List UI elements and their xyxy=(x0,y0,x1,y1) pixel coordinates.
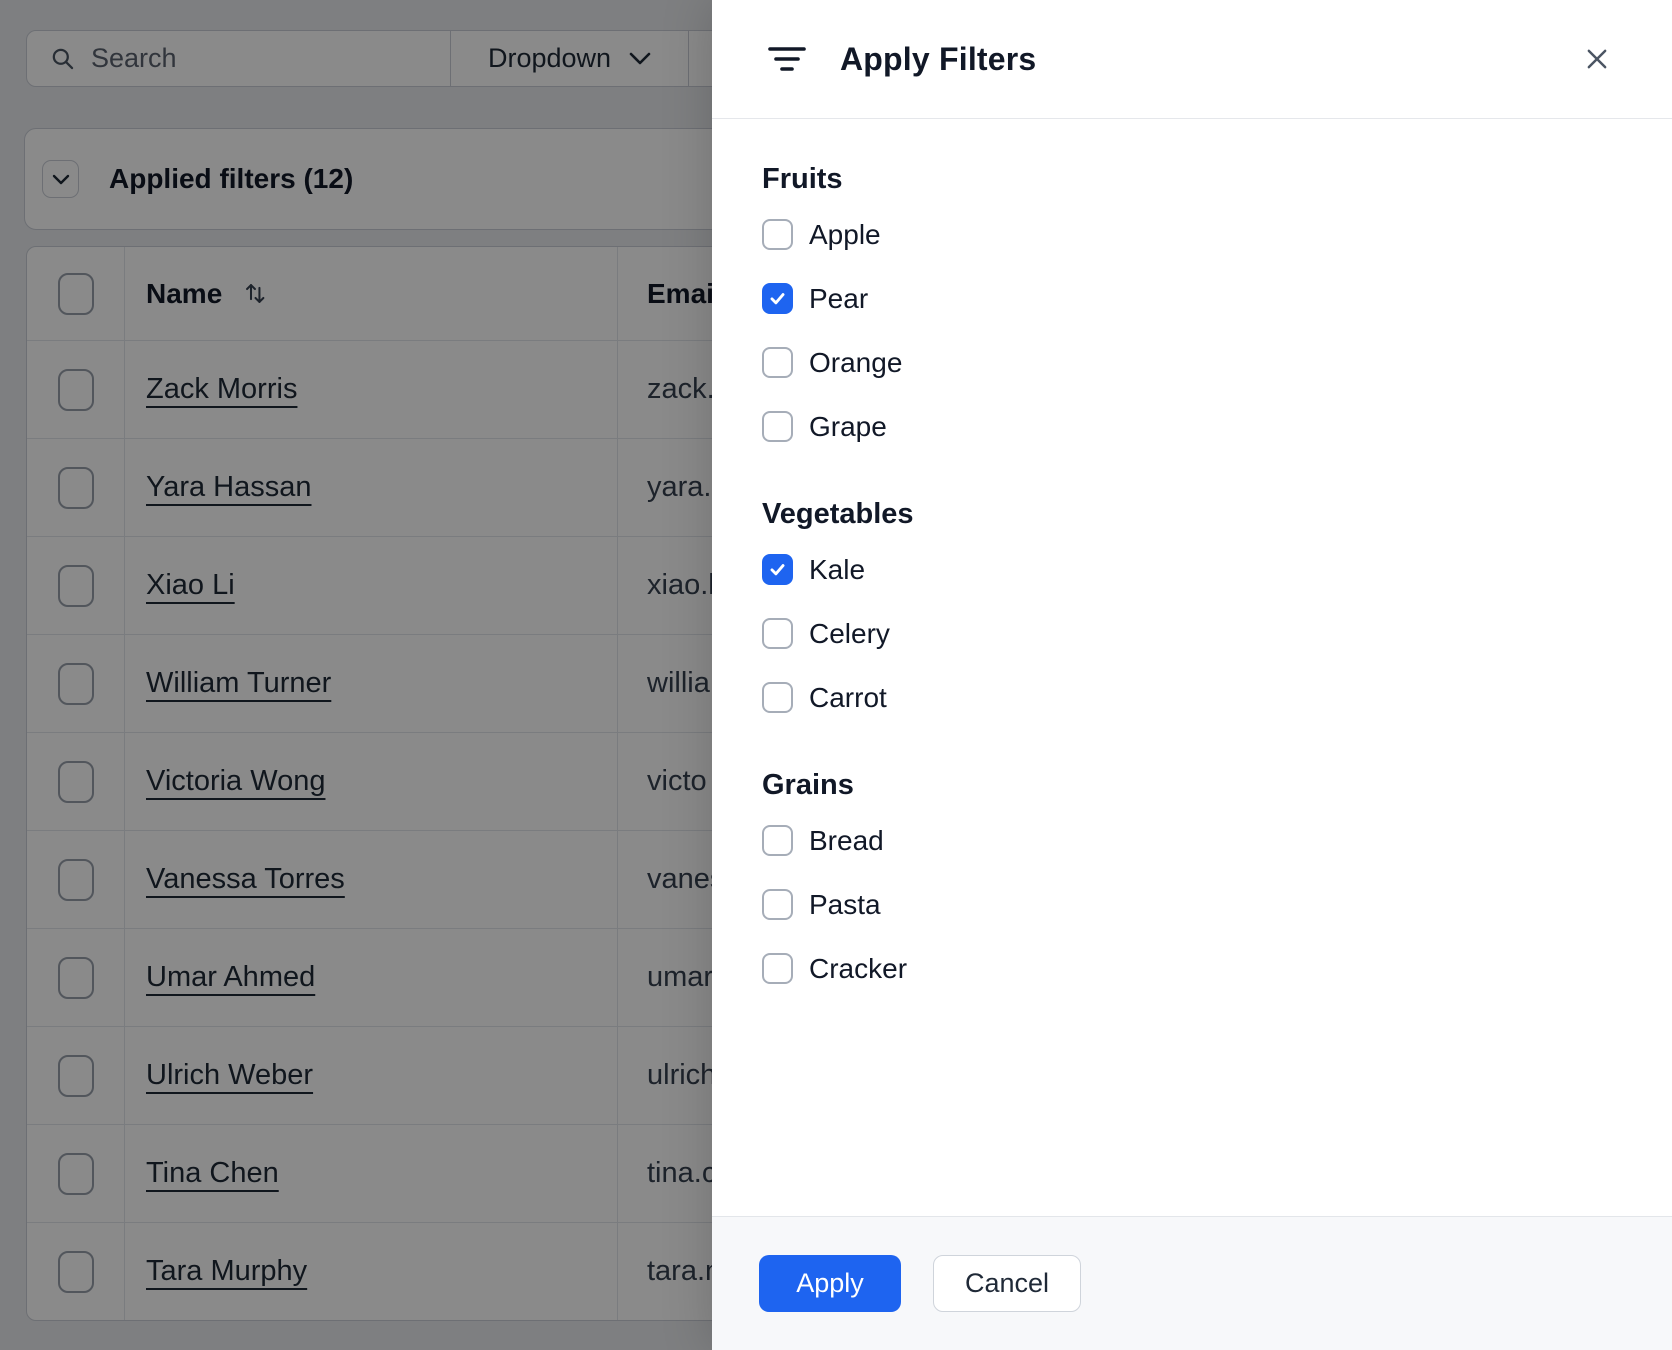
section-heading: Vegetables xyxy=(762,498,914,530)
checkbox[interactable] xyxy=(762,219,793,250)
checkbox[interactable] xyxy=(762,889,793,920)
filter-option[interactable]: Apple xyxy=(762,219,1616,250)
filter-option[interactable]: Bread xyxy=(762,825,1616,856)
filter-option[interactable]: Pear xyxy=(762,283,1616,314)
close-icon xyxy=(1583,45,1611,73)
panel-title: Apply Filters xyxy=(840,40,1037,77)
checkbox[interactable] xyxy=(762,411,793,442)
option-label: Orange xyxy=(809,346,903,378)
check-icon xyxy=(770,293,785,305)
filter-section-grains: Grains Bread Pasta Cracker xyxy=(762,767,1616,984)
option-label: Apple xyxy=(809,218,881,250)
close-button[interactable] xyxy=(1574,36,1620,82)
cancel-button[interactable]: Cancel xyxy=(933,1255,1081,1312)
filter-option[interactable]: Celery xyxy=(762,618,1616,649)
checkbox[interactable] xyxy=(762,554,793,585)
option-label: Pear xyxy=(809,282,869,314)
checkbox[interactable] xyxy=(762,953,793,984)
filter-option[interactable]: Cracker xyxy=(762,953,1616,984)
check-icon xyxy=(770,564,785,576)
checkbox[interactable] xyxy=(762,618,793,649)
option-label: Bread xyxy=(809,824,884,856)
section-heading: Grains xyxy=(762,769,854,801)
filter-option[interactable]: Pasta xyxy=(762,889,1616,920)
filter-section-fruits: Fruits Apple Pear Orange Grape xyxy=(762,161,1616,442)
filter-option[interactable]: Kale xyxy=(762,554,1616,585)
section-heading: Fruits xyxy=(762,163,843,195)
checkbox[interactable] xyxy=(762,347,793,378)
checkbox[interactable] xyxy=(762,682,793,713)
option-label: Cracker xyxy=(809,952,908,984)
panel-header: Apply Filters xyxy=(712,0,1672,119)
filter-section-vegetables: Vegetables Kale Celery Carrot xyxy=(762,496,1616,713)
filter-option[interactable]: Carrot xyxy=(762,682,1616,713)
filter-panel: Apply Filters Fruits Apple Pear Orange G… xyxy=(712,0,1672,1350)
apply-button[interactable]: Apply xyxy=(759,1255,901,1312)
panel-footer: Apply Cancel xyxy=(712,1216,1672,1350)
option-label: Carrot xyxy=(809,681,887,713)
checkbox[interactable] xyxy=(762,825,793,856)
filter-icon xyxy=(768,44,806,74)
panel-content: Fruits Apple Pear Orange Grape Vegetable… xyxy=(712,119,1672,1216)
checkbox[interactable] xyxy=(762,283,793,314)
option-label: Celery xyxy=(809,617,890,649)
filter-option[interactable]: Grape xyxy=(762,411,1616,442)
option-label: Pasta xyxy=(809,888,881,920)
filter-option[interactable]: Orange xyxy=(762,347,1616,378)
option-label: Grape xyxy=(809,410,887,442)
option-label: Kale xyxy=(809,553,866,585)
